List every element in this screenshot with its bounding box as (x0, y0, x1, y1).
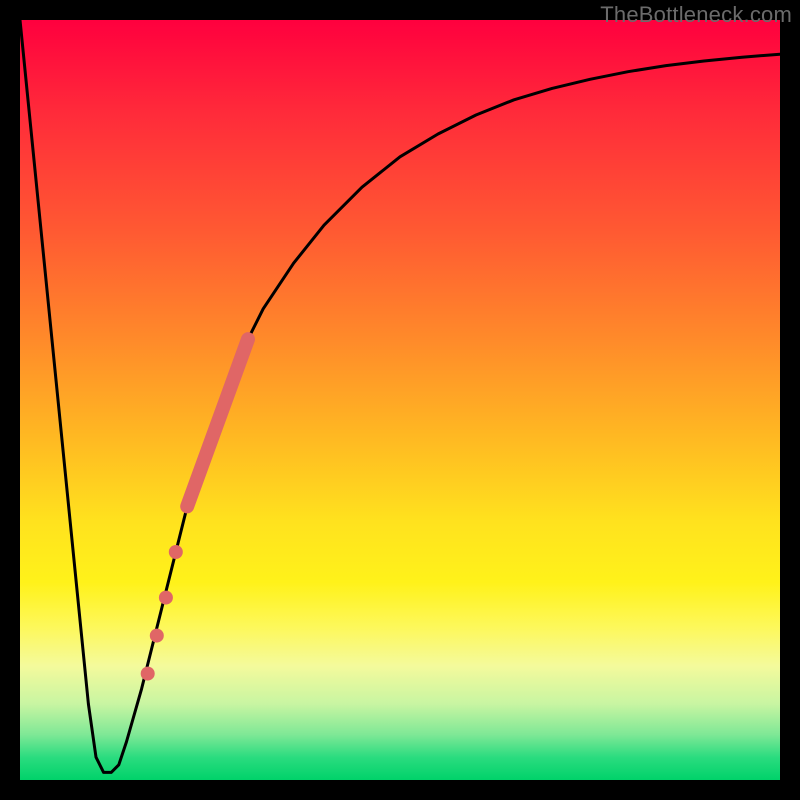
plot-area (20, 20, 780, 780)
highlight-segment (187, 339, 248, 506)
chart-frame: TheBottleneck.com (0, 0, 800, 800)
watermark-text: TheBottleneck.com (600, 2, 792, 28)
marker-dot (159, 591, 173, 605)
marker-dot (150, 629, 164, 643)
marker-dot (141, 667, 155, 681)
bottleneck-curve (20, 20, 780, 772)
marker-dot (169, 545, 183, 559)
chart-svg (20, 20, 780, 780)
